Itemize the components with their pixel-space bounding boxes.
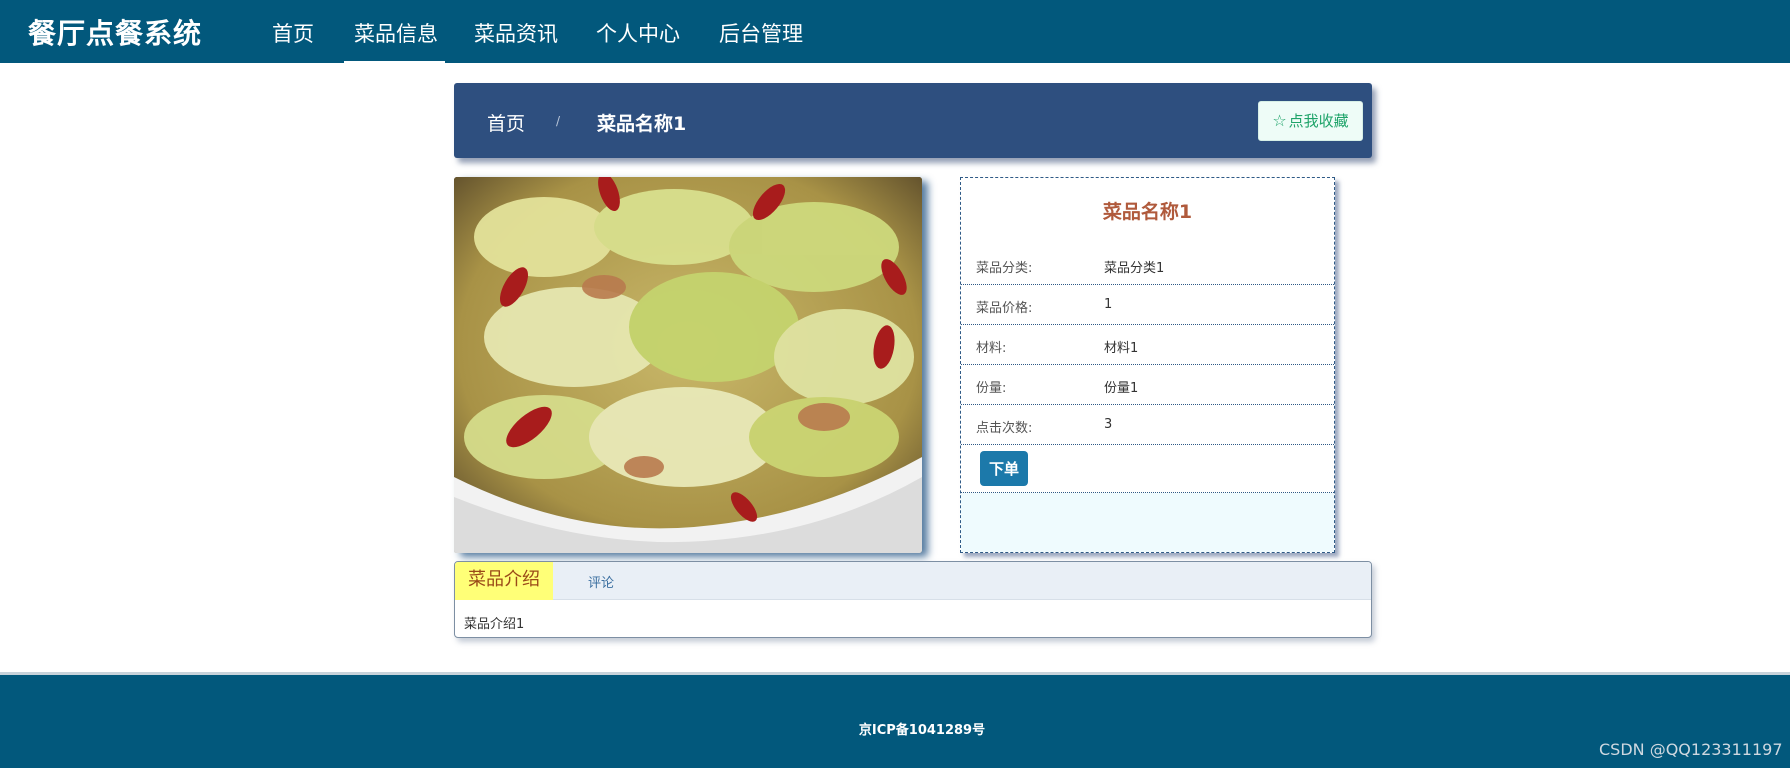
tabs-header: 菜品介绍 评论 — [455, 562, 1371, 600]
info-row-clicks: 点击次数: 3 — [961, 405, 1334, 445]
breadcrumb: 首页 / 菜品名称1 ☆ 点我收藏 — [454, 83, 1372, 158]
info-key: 材料: — [976, 341, 1007, 356]
info-key: 菜品分类: — [976, 261, 1033, 276]
tab-introduction[interactable]: 菜品介绍 — [455, 562, 553, 600]
favorite-button[interactable]: ☆ 点我收藏 — [1258, 101, 1363, 141]
order-button[interactable]: 下单 — [980, 451, 1028, 486]
footer: 京ICP备1041289号 CSDN @QQ123311197 — [0, 675, 1790, 768]
info-value: 菜品分类1 — [1104, 261, 1165, 276]
breadcrumb-home-link[interactable]: 首页 — [487, 109, 525, 136]
breadcrumb-separator: / — [556, 114, 561, 128]
info-row-price: 菜品价格: 1 — [961, 285, 1334, 325]
info-value: 材料1 — [1104, 341, 1139, 356]
info-key: 菜品价格: — [976, 301, 1033, 316]
nav-home[interactable]: 首页 — [272, 18, 314, 48]
info-key: 点击次数: — [976, 421, 1033, 436]
nav-personal-center[interactable]: 个人中心 — [596, 18, 680, 48]
top-navbar: 餐厅点餐系统 首页 菜品信息 菜品资讯 个人中心 后台管理 — [0, 0, 1790, 64]
order-row: 下单 — [961, 445, 1334, 493]
info-row-portion: 份量: 份量1 — [961, 365, 1334, 405]
breadcrumb-current: 菜品名称1 — [597, 113, 687, 135]
dish-title: 菜品名称1 — [1102, 201, 1193, 223]
detail-tabs: 菜品介绍 评论 菜品介绍1 — [454, 561, 1372, 638]
dish-info-card: 菜品名称1 菜品分类: 菜品分类1 菜品价格: 1 材料: 材料1 份量: 份量… — [960, 177, 1335, 553]
info-value: 3 — [1104, 417, 1113, 432]
star-outline-icon: ☆ — [1272, 111, 1287, 130]
tab-comments[interactable]: 评论 — [588, 572, 614, 591]
nav-admin[interactable]: 后台管理 — [719, 18, 803, 48]
tab-content-introduction: 菜品介绍1 — [464, 617, 525, 632]
info-row-category: 菜品分类: 菜品分类1 — [961, 245, 1334, 285]
nav-active-indicator — [344, 61, 445, 64]
info-key: 份量: — [976, 381, 1007, 396]
info-value: 份量1 — [1104, 381, 1139, 396]
info-row-material: 材料: 材料1 — [961, 325, 1334, 365]
info-value: 1 — [1104, 297, 1113, 312]
site-logo[interactable]: 餐厅点餐系统 — [28, 12, 202, 52]
info-card-footer — [961, 493, 1334, 552]
nav-dish-info[interactable]: 菜品信息 — [354, 18, 438, 48]
icp-record[interactable]: 京ICP备1041289号 — [0, 719, 1790, 738]
favorite-button-label: 点我收藏 — [1288, 112, 1349, 130]
dish-image — [454, 177, 922, 553]
dish-photo-illustration — [454, 177, 922, 553]
csdn-watermark: CSDN @QQ123311197 — [1599, 740, 1783, 759]
nav-dish-news[interactable]: 菜品资讯 — [474, 18, 558, 48]
